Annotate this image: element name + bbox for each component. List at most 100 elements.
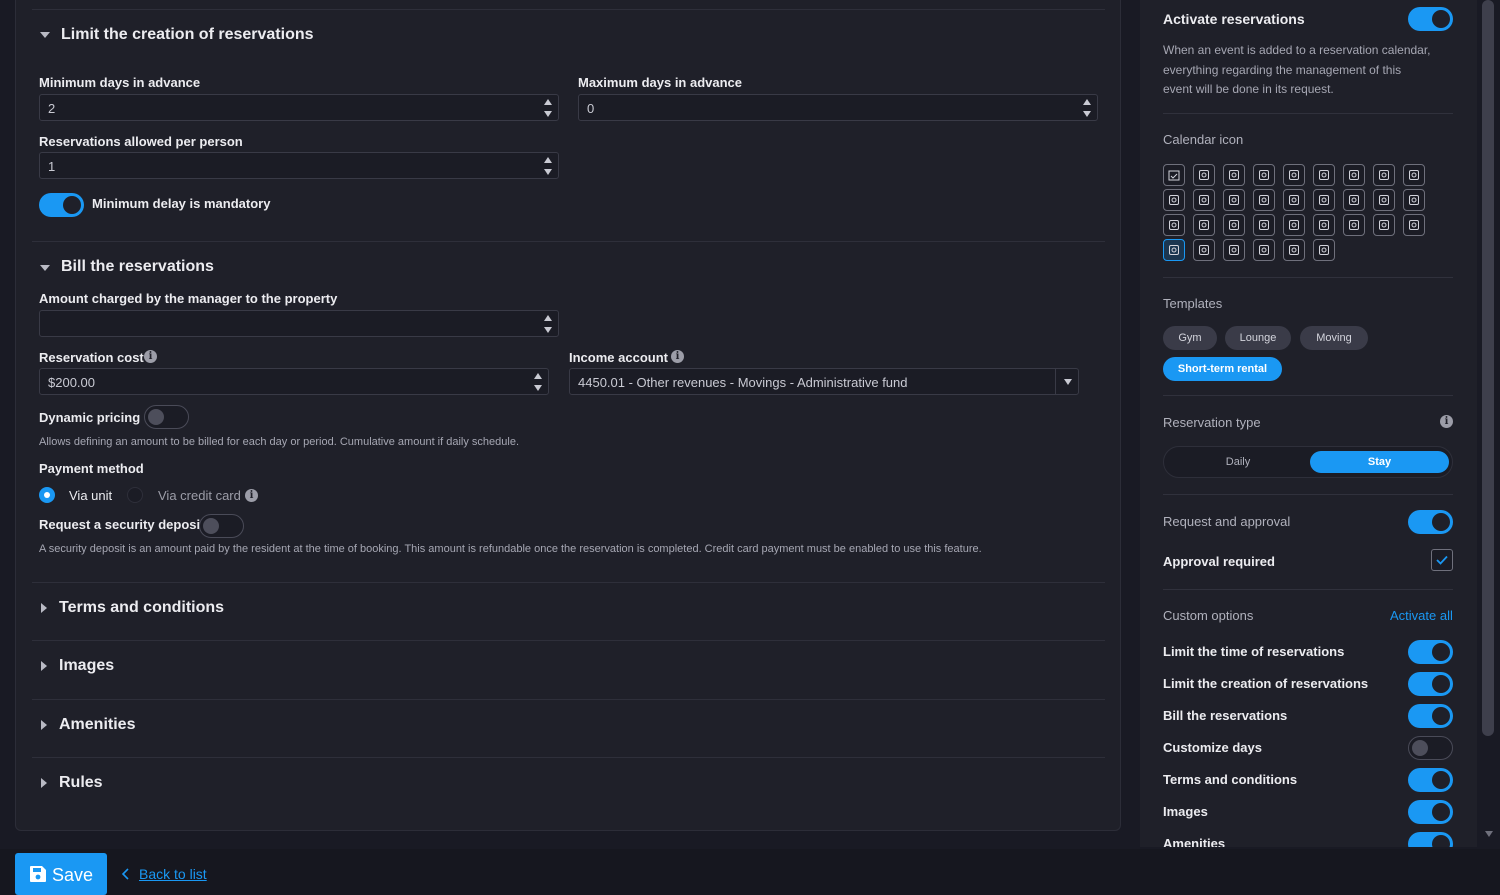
truck-icon-option[interactable] [1193,164,1215,186]
via-credit-card-radio[interactable] [127,487,143,503]
group-icon-option[interactable] [1253,164,1275,186]
max-days-input[interactable]: 0 [578,94,1098,121]
bed-icon-option[interactable] [1163,239,1185,261]
calendar-check-icon-option[interactable] [1163,164,1185,186]
pool-icon-option[interactable] [1373,164,1395,186]
section-title-amenities[interactable]: Amenities [59,716,135,734]
chevron-right-icon[interactable] [41,603,47,613]
min-delay-toggle[interactable] [39,193,84,217]
map-pin-icon-option[interactable] [1193,239,1215,261]
description-line: everything regarding the management of t… [1163,62,1402,77]
number-stepper[interactable] [532,371,544,393]
scrollbar-thumb[interactable] [1482,0,1494,736]
template-moving[interactable]: Moving [1300,326,1368,350]
section-title-rules[interactable]: Rules [59,774,103,792]
car-icon-option[interactable] [1373,189,1395,211]
library-icon-option[interactable] [1283,214,1305,236]
number-stepper[interactable] [542,313,554,335]
calendar-icon-option[interactable] [1253,189,1275,211]
number-stepper[interactable] [1081,97,1093,119]
description-line: When an event is added to a reservation … [1163,43,1431,57]
reservation-type-stay[interactable]: Stay [1310,451,1449,473]
chevron-down-icon[interactable] [40,265,50,271]
dumbbell-icon-option[interactable] [1403,164,1425,186]
motorcycle-icon-option[interactable] [1343,189,1365,211]
locker-icon-option[interactable] [1343,214,1365,236]
sofa-icon-option[interactable] [1223,214,1245,236]
chevron-down-icon[interactable] [40,32,50,38]
chevron-down-icon[interactable] [1064,379,1072,385]
template-short-term-rental[interactable]: Short-term rental [1163,357,1282,381]
template-gym[interactable]: Gym [1163,326,1217,350]
scroll-down-arrow[interactable] [1485,831,1493,837]
via-unit-label[interactable]: Via unit [69,488,112,503]
gift-box-icon-option[interactable] [1223,189,1245,211]
info-icon[interactable]: i [671,350,684,363]
custom-option-toggle[interactable] [1408,704,1453,728]
custom-options-label: Custom options [1163,608,1254,623]
clipboard-icon-option[interactable] [1283,189,1305,211]
bicycle-icon-option[interactable] [1163,189,1185,211]
barbecue-icon-option[interactable] [1313,239,1335,261]
custom-option-toggle[interactable] [1408,640,1453,664]
min-days-label: Minimum days in advance [39,75,201,90]
number-stepper[interactable] [542,155,554,177]
income-account-select[interactable]: 4450.01 - Other revenues - Movings - Adm… [569,368,1079,395]
template-lounge[interactable]: Lounge [1225,326,1291,350]
pawn-icon-option[interactable] [1223,239,1245,261]
info-icon[interactable]: i [1440,415,1453,428]
building-icon-option[interactable] [1403,189,1425,211]
bookshelf-icon-option[interactable] [1193,214,1215,236]
info-icon[interactable]: i [144,350,157,363]
truck-icon [1199,170,1209,180]
flag-icon-option[interactable] [1313,189,1335,211]
custom-option-toggle[interactable] [1408,832,1453,847]
custom-option-toggle[interactable] [1408,736,1453,760]
chevron-right-icon[interactable] [41,661,47,671]
binoculars-icon [1259,220,1269,230]
info-icon[interactable]: i [245,489,258,502]
security-deposit-label: Request a security deposit [39,517,205,532]
parking-garage-icon-option[interactable] [1253,239,1275,261]
dynamic-pricing-toggle[interactable] [144,405,189,429]
house-icon-option[interactable] [1403,214,1425,236]
request-approval-toggle[interactable] [1408,510,1453,534]
approval-required-checkbox[interactable] [1431,549,1453,571]
back-to-list-link[interactable]: Back to list [139,866,207,882]
via-credit-card-label[interactable]: Via credit card [158,488,241,503]
activate-all-link[interactable]: Activate all [1390,608,1453,623]
reservation-cost-input[interactable]: $200.00 [39,368,549,395]
scrollbar[interactable] [1479,0,1500,847]
number-stepper[interactable] [542,97,554,119]
binoculars-icon-option[interactable] [1253,214,1275,236]
section-title-limit-creation[interactable]: Limit the creation of reservations [61,26,314,44]
per-person-input[interactable]: 1 [39,152,559,179]
section-title-images[interactable]: Images [59,657,114,675]
concierge-icon-option[interactable] [1283,164,1305,186]
tags-icon-option[interactable] [1373,214,1395,236]
security-deposit-toggle[interactable] [199,514,244,538]
section-title-terms[interactable]: Terms and conditions [59,599,224,617]
tombstone-icon-option[interactable] [1313,164,1335,186]
save-button[interactable]: Save [15,853,107,895]
runner-icon-option[interactable] [1343,164,1365,186]
via-unit-radio[interactable] [39,487,55,503]
garage-icon-option[interactable] [1163,214,1185,236]
gamepad-icon-option[interactable] [1313,214,1335,236]
divider [32,640,1105,641]
custom-option-toggle[interactable] [1408,800,1453,824]
cinema-icon-option[interactable] [1283,239,1305,261]
amount-input[interactable] [39,310,559,337]
min-days-input[interactable]: 2 [39,94,559,121]
chevron-left-icon[interactable] [121,868,131,880]
reservation-type-daily[interactable]: Daily [1168,451,1308,473]
custom-option-toggle[interactable] [1408,672,1453,696]
chevron-right-icon[interactable] [41,778,47,788]
chevron-right-icon[interactable] [41,720,47,730]
custom-option-toggle[interactable] [1408,768,1453,792]
family-icon-option[interactable] [1223,164,1245,186]
box-icon-option[interactable] [1193,189,1215,211]
activate-reservations-toggle[interactable] [1408,7,1453,31]
section-title-billing[interactable]: Bill the reservations [61,258,214,276]
concierge-icon [1289,170,1299,180]
